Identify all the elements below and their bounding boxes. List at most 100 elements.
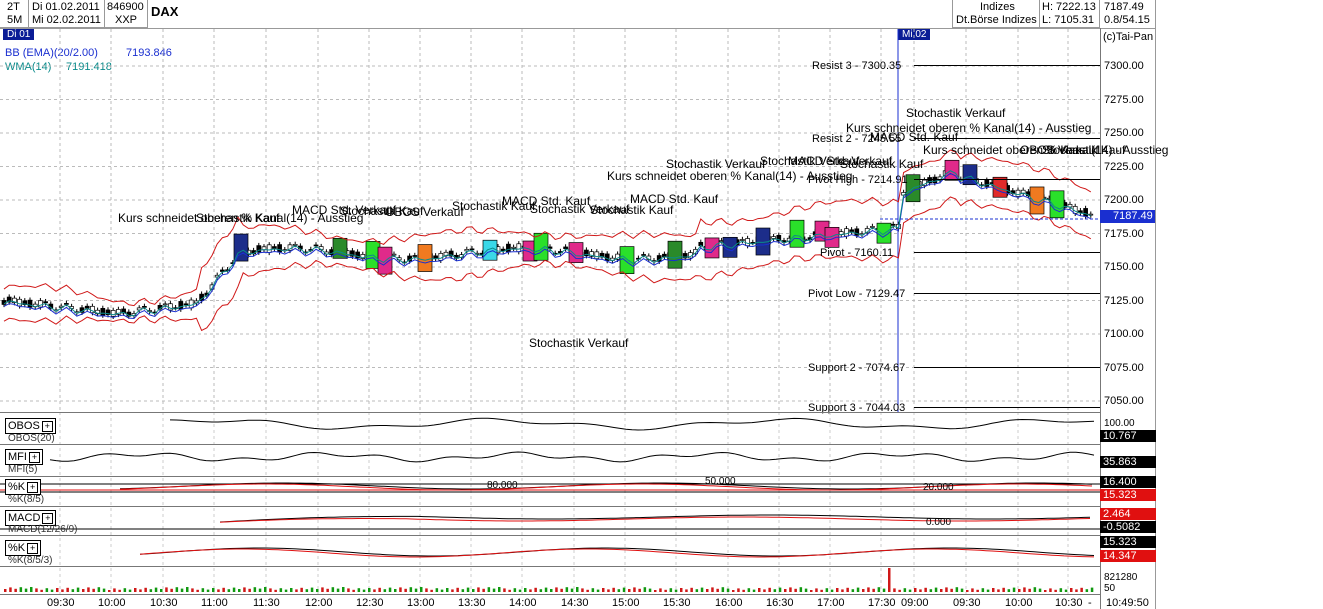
volume-bar [389, 588, 392, 592]
candle-body [179, 301, 183, 309]
volume-bar [872, 589, 875, 592]
volume-bar [763, 589, 766, 592]
volume-bar [321, 587, 324, 592]
volume-bar [862, 589, 865, 592]
stoch1-k-value: 16.400 [1100, 476, 1156, 488]
volume-bar [1054, 590, 1057, 592]
volume-bar [612, 588, 615, 592]
signal-annotation: Stochastik Verkauf [529, 336, 628, 350]
mfi-label-text: MFI [8, 451, 27, 463]
volume-bar [560, 589, 563, 592]
mfi-pane-border [0, 444, 1100, 445]
volume-bar [61, 589, 64, 592]
volume-bar [14, 589, 17, 592]
obos-sub-label: OBOS(20) [8, 433, 55, 444]
volume-bar [888, 568, 891, 592]
volume-bar [742, 590, 745, 592]
volume-bar [524, 588, 527, 592]
volume-bar [488, 587, 491, 592]
volume-bar [306, 589, 309, 592]
volume-bar [966, 590, 969, 592]
stoch1-pane-label[interactable]: %K+ [5, 479, 41, 495]
mfi-pane-label[interactable]: MFI+ [5, 449, 43, 465]
stoch2-pane-label[interactable]: %K+ [5, 540, 41, 556]
plus-icon[interactable]: + [42, 513, 53, 524]
candle-body [272, 247, 276, 249]
time-tick: 10:30 [150, 597, 178, 609]
volume-bar [352, 590, 355, 592]
volume-bar [680, 588, 683, 592]
volume-bar [40, 590, 43, 592]
volume-bar [498, 587, 501, 592]
signal-annotation: Stochastik Kauf [840, 157, 923, 171]
candle-body [278, 245, 282, 252]
pivot-low-line [914, 293, 1100, 294]
volume-bar [670, 588, 673, 592]
volume-bar [638, 589, 641, 592]
volume-bar [664, 590, 667, 592]
volume-bar [441, 590, 444, 592]
volume-bar [196, 590, 199, 592]
signal-box [620, 247, 634, 274]
plus-icon[interactable]: + [29, 452, 40, 463]
volume-bar [846, 588, 849, 592]
volume-bar [150, 589, 153, 592]
time-tick: 09:00 [901, 597, 929, 609]
volume-bar [618, 589, 621, 592]
volume-value: 821280 [1104, 572, 1137, 583]
volume-bar [202, 588, 205, 592]
pivot-line [914, 252, 1100, 253]
volume-bar [1044, 590, 1047, 592]
volume-bar [597, 590, 600, 592]
signal-box [993, 177, 1007, 197]
candle-body [746, 238, 750, 245]
time-tick: 15:00 [612, 597, 640, 609]
volume-bar [144, 588, 147, 592]
price-tick: 7300.00 [1104, 60, 1144, 72]
plus-icon[interactable]: + [42, 421, 53, 432]
candle-body [101, 308, 105, 315]
plus-icon[interactable]: + [27, 543, 38, 554]
obos-pane-label[interactable]: OBOS+ [5, 418, 56, 434]
mfi-sub-label: MFI(5) [8, 464, 37, 475]
low-value: L: 7105.31 [1042, 14, 1094, 26]
volume-bar [420, 587, 423, 592]
plus-icon[interactable]: + [27, 482, 38, 493]
signal-annotation: Stochastik Kauf [196, 211, 279, 225]
candle-body [595, 252, 599, 259]
indicator-panes[interactable] [0, 412, 1100, 597]
volume-bar [92, 589, 95, 592]
volume-bar [462, 589, 465, 592]
header-period-box[interactable]: 2T Di 01.02.2011 5M Mi 02.02.2011 846900… [0, 0, 148, 28]
time-tick: 17:00 [817, 597, 845, 609]
time-tick: 13:00 [407, 597, 435, 609]
volume-bar [30, 587, 33, 592]
volume-bar [228, 589, 231, 592]
volume-bar [893, 588, 896, 592]
volume-bar [1070, 588, 1073, 592]
volume-bar [857, 588, 860, 592]
volume-bar [1008, 589, 1011, 592]
obos-line [170, 418, 1094, 430]
candle-body [512, 247, 516, 248]
volume-bar [841, 589, 844, 592]
volume-bar [300, 588, 303, 592]
volume-bar [956, 587, 959, 592]
period-1: 2T [7, 1, 20, 13]
volume-bar [519, 590, 522, 592]
volume-bar [347, 588, 350, 592]
stoch1-sub-label: %K(8/5) [8, 494, 44, 505]
candle-body [844, 229, 848, 237]
volume-bar [508, 590, 511, 592]
volume-bar [207, 590, 210, 592]
volume-bar [685, 589, 688, 592]
volume-bar [46, 588, 49, 592]
volume-bar [87, 587, 90, 592]
volume-bar [35, 588, 38, 592]
signal-box [963, 165, 977, 185]
stoch1-level-50: 50.000 [705, 476, 736, 487]
current-price-badge: 7187.49 [1100, 210, 1155, 223]
mfi-value: 35.863 [1100, 456, 1156, 468]
volume-bar [592, 588, 595, 592]
volume-bar [72, 589, 75, 592]
